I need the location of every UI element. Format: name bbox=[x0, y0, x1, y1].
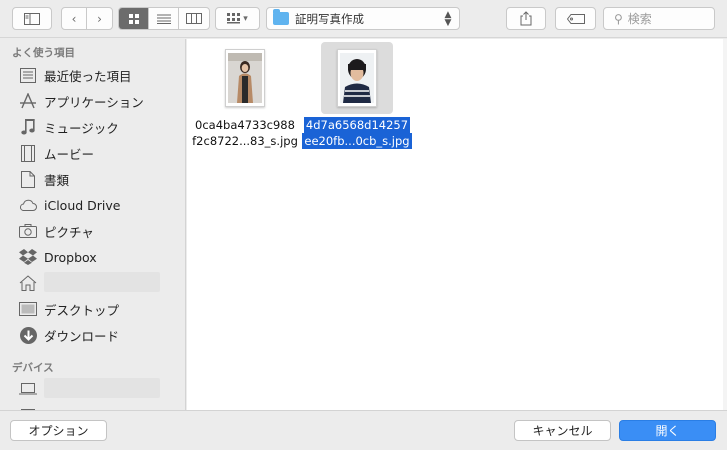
column-view-icon bbox=[186, 13, 202, 24]
devices-title: デバイス bbox=[12, 362, 54, 374]
chevron-right-icon: › bbox=[97, 11, 102, 26]
documents-icon bbox=[19, 170, 37, 188]
sidebar-item-documents[interactable]: 書類 bbox=[0, 166, 185, 192]
file-name[interactable]: 0ca4ba4733c988 f2c8722...83_s.jpg bbox=[188, 117, 302, 149]
file-preview bbox=[225, 49, 265, 107]
desktop-icon bbox=[19, 300, 37, 318]
share-button[interactable] bbox=[506, 7, 546, 30]
sidebar-item-music[interactable]: ミュージック bbox=[0, 114, 185, 140]
updown-arrows-icon: ▲ ▼ bbox=[444, 9, 452, 28]
file-name-selected[interactable]: 4d7a6568d14257 ee20fb...0cb_s.jpg bbox=[297, 117, 417, 149]
column-view-button[interactable] bbox=[179, 8, 209, 29]
icon-view-icon bbox=[128, 13, 139, 24]
sidebar: よく使う項目 最近使った項目 アプリケーション ミュージック ムービー 書類 i bbox=[0, 39, 186, 410]
photo-man-icon bbox=[340, 53, 374, 103]
file-thumbnail[interactable] bbox=[209, 42, 281, 114]
redacted-device-name bbox=[44, 378, 160, 398]
options-button[interactable]: オプション bbox=[10, 420, 107, 441]
sidebar-item-label: ダウンロード bbox=[44, 328, 120, 344]
file-preview bbox=[337, 49, 377, 107]
view-mode-group bbox=[118, 7, 210, 30]
sidebar-item-label: ミュージック bbox=[44, 120, 119, 136]
list-view-icon bbox=[156, 14, 171, 24]
home-icon bbox=[19, 274, 37, 292]
cloud-icon bbox=[19, 196, 37, 214]
sidebar-item-label: ムービー bbox=[44, 146, 95, 162]
file-name-line2: f2c8722...83_s.jpg bbox=[192, 134, 298, 148]
dropbox-icon bbox=[19, 248, 37, 266]
redacted-username bbox=[44, 272, 160, 292]
open-button[interactable]: 開く bbox=[619, 420, 716, 441]
file-name-line2: ee20fb...0cb_s.jpg bbox=[302, 133, 412, 149]
sidebar-item-pictures[interactable]: ピクチャ bbox=[0, 218, 185, 244]
path-selector[interactable]: 証明写真作成 ▲ ▼ bbox=[266, 7, 460, 30]
arrange-button[interactable]: ▾ bbox=[215, 7, 260, 30]
sidebar-item-label: デスクトップ bbox=[44, 302, 120, 318]
search-icon: ⚲ bbox=[614, 11, 623, 26]
search-field[interactable]: ⚲ 検索 bbox=[603, 7, 715, 30]
file-thumbnail-selected[interactable] bbox=[321, 42, 393, 114]
recents-icon bbox=[19, 66, 37, 84]
photo-woman-icon bbox=[228, 53, 262, 103]
sidebar-item-icloud-drive[interactable]: iCloud Drive bbox=[0, 192, 185, 218]
sidebar-item-desktop[interactable]: デスクトップ bbox=[0, 296, 185, 322]
sidebar-item-label: iCloud Drive bbox=[44, 197, 121, 213]
chevron-down-icon: ▾ bbox=[243, 13, 248, 24]
sidebar-item-label: アプリケーション bbox=[44, 94, 144, 110]
camera-icon bbox=[19, 222, 37, 240]
sidebar-toggle-button[interactable] bbox=[12, 7, 52, 30]
chevron-left-icon: ‹ bbox=[71, 11, 77, 26]
movies-icon bbox=[19, 144, 37, 162]
window-edge bbox=[723, 39, 727, 410]
applications-icon bbox=[19, 92, 37, 110]
list-view-button[interactable] bbox=[149, 8, 179, 29]
cancel-button[interactable]: キャンセル bbox=[514, 420, 611, 441]
file-name-line1: 4d7a6568d14257 bbox=[303, 117, 411, 133]
sidebar-item-dropbox[interactable]: Dropbox bbox=[0, 244, 185, 270]
bottom-bar: オプション キャンセル 開く bbox=[0, 410, 727, 450]
folder-icon bbox=[273, 9, 289, 25]
sidebar-item-recents[interactable]: 最近使った項目 bbox=[0, 62, 185, 88]
tag-icon bbox=[566, 13, 585, 24]
file-name-line1: 0ca4ba4733c988 bbox=[195, 118, 295, 132]
forward-button[interactable]: › bbox=[87, 8, 112, 29]
sidebar-item-label: ピクチャ bbox=[44, 224, 94, 240]
sidebar-icon bbox=[24, 12, 40, 25]
download-icon bbox=[19, 326, 37, 344]
favorites-title: よく使う項目 bbox=[12, 47, 75, 59]
tag-button[interactable] bbox=[555, 7, 596, 30]
back-forward-group: ‹ › bbox=[61, 7, 113, 30]
sidebar-item-device-2[interactable] bbox=[0, 402, 185, 410]
music-icon bbox=[19, 118, 37, 136]
toolbar: ‹ › ▾ 証明写真作成 ▲ ▼ ⚲ 検索 bbox=[0, 0, 727, 38]
grid-icon bbox=[227, 13, 241, 24]
sidebar-item-movies[interactable]: ムービー bbox=[0, 140, 185, 166]
search-placeholder: 検索 bbox=[627, 12, 652, 26]
path-folder-name: 証明写真作成 bbox=[295, 11, 364, 26]
file-browser: 0ca4ba4733c988 f2c8722...83_s.jpg 4d7a65… bbox=[187, 39, 727, 410]
laptop-icon bbox=[19, 380, 37, 398]
icon-view-button[interactable] bbox=[119, 8, 149, 29]
sidebar-item-label: 書類 bbox=[44, 172, 70, 188]
sidebar-item-applications[interactable]: アプリケーション bbox=[0, 88, 185, 114]
back-button[interactable]: ‹ bbox=[62, 8, 87, 29]
share-icon bbox=[520, 11, 532, 26]
sidebar-item-label: Dropbox bbox=[44, 249, 97, 265]
sidebar-item-downloads[interactable]: ダウンロード bbox=[0, 322, 185, 348]
sidebar-item-label: 最近使った項目 bbox=[44, 68, 132, 84]
